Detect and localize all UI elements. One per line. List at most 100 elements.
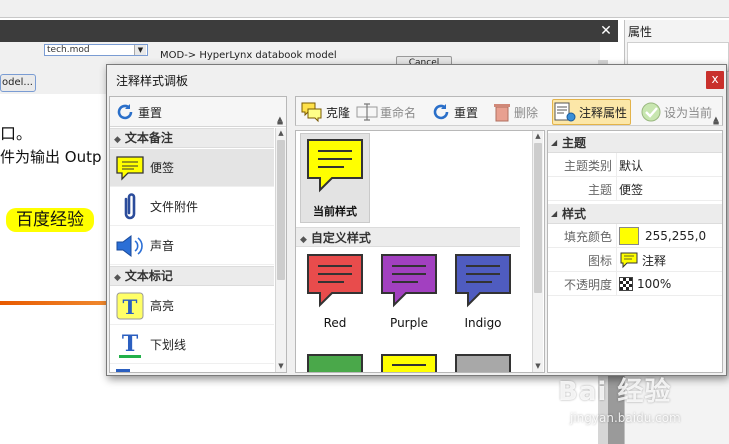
annotation-style-palette-dialog: 注释样式调板 x 重置 ▲ ▬ ◆ 文本备注 便签 文件附件 声音 ◆ 文本标记 T … (106, 64, 727, 376)
style-tile-purple[interactable]: Purple (374, 249, 444, 339)
clone-label: 克隆 (326, 105, 351, 120)
prop-value-text: 便签 (619, 182, 644, 197)
section-subject[interactable]: ◢ 主题 (548, 133, 722, 153)
prop-row-opacity[interactable]: 不透明度 100% (548, 272, 722, 296)
list-item-underline[interactable]: T 下划线 (110, 326, 274, 364)
prop-row-subject-category[interactable]: 主题类别 默认 (548, 153, 722, 177)
speech-bubble-gray-icon[interactable] (450, 349, 516, 372)
speech-bubble-red-icon (307, 254, 363, 308)
refresh-icon (117, 104, 133, 120)
prop-value-text: 注释 (642, 253, 667, 268)
list-item-label: 高亮 (150, 299, 175, 313)
model-browse-button[interactable]: odel... (0, 74, 36, 92)
model-description: MOD-> HyperLynx databook model (160, 50, 337, 61)
highlight-text-icon: T (116, 292, 144, 319)
next-item-peek (116, 369, 130, 372)
partial-style-row (300, 347, 524, 372)
opacity-checker-icon (619, 277, 633, 291)
prop-key: 图标 (587, 254, 612, 268)
toolbar-reset-button[interactable]: 重置 (430, 99, 478, 125)
current-style-tile[interactable]: 当前样式 (300, 133, 370, 223)
prop-value-text: 默认 (619, 158, 644, 173)
prop-value[interactable]: 默认 (616, 153, 722, 177)
svg-text:T: T (123, 295, 138, 319)
delete-button[interactable]: 删除 (492, 99, 538, 125)
style-tile-red[interactable]: Red (300, 249, 370, 339)
prop-value[interactable]: 255,255,0 (616, 224, 722, 248)
section-style[interactable]: ◢ 样式 (548, 204, 722, 224)
prop-value-text: 100% (637, 277, 672, 291)
combo-arrow-icon[interactable]: ▼ (134, 45, 146, 55)
prop-value[interactable]: 100% (616, 272, 722, 296)
left-toolbar: 重置 ▲ ▬ (110, 97, 286, 127)
left-reset-label: 重置 (138, 105, 163, 120)
rename-button[interactable]: 重命名 (356, 99, 416, 125)
prop-value[interactable]: 便签 (616, 177, 722, 201)
style-properties-pane: ◢ 主题 主题类别 默认 主题 便签 ◢ 样式 填充颜色 255,255,0 图标 … (547, 130, 723, 373)
clone-button[interactable]: 克隆 (300, 99, 350, 125)
fill-color-swatch[interactable] (619, 227, 639, 245)
background-close-icon[interactable]: ✕ (598, 22, 614, 40)
scroll-thumb[interactable] (534, 143, 542, 293)
scroll-up-icon[interactable]: ▲ (276, 128, 286, 138)
style-toolbar: 克隆 重命名 重置 删除 注释属性 设为当前 ▲ ▬ (295, 96, 723, 127)
trash-icon (494, 104, 510, 122)
sticky-note-icon (116, 155, 144, 181)
annotation-properties-button[interactable]: 注释属性 (552, 99, 632, 125)
list-item-label: 下划线 (150, 338, 187, 352)
list-item-sound[interactable]: 声音 (110, 227, 274, 265)
prop-row-fill-color[interactable]: 填充颜色 255,255,0 (548, 224, 722, 248)
toolbar-reset-label: 重置 (454, 105, 479, 120)
list-item-file-attachment[interactable]: 文件附件 (110, 188, 274, 226)
speech-bubble-green-icon[interactable] (302, 349, 368, 372)
svg-text:T: T (122, 331, 139, 357)
group-header-text-markup[interactable]: ◆ 文本标记 (110, 266, 274, 286)
prop-value[interactable]: 注释 (616, 248, 722, 272)
prop-key: 不透明度 (563, 278, 612, 292)
dialog-close-button[interactable]: x (706, 71, 724, 89)
list-item-label: 声音 (150, 239, 175, 253)
left-scrollbar[interactable]: ▲ ▼ (275, 128, 286, 372)
style-name: Red (323, 316, 347, 330)
set-current-button[interactable]: 设为当前 (640, 99, 712, 125)
collapse-icon[interactable]: ▲ ▬ (712, 116, 720, 127)
scroll-up-icon[interactable]: ▲ (533, 131, 543, 141)
group-title: 文本标记 (124, 269, 173, 283)
collapse-triangle-icon[interactable]: ◢ (551, 133, 557, 153)
model-combo[interactable]: tech.mod (44, 44, 148, 56)
scroll-down-icon[interactable]: ▼ (276, 361, 286, 371)
group-title: 文本备注 (124, 131, 173, 145)
prop-value-text: 255,255,0 (645, 229, 707, 243)
prop-key: 主题类别 (563, 159, 612, 173)
section-title: 样式 (562, 207, 587, 221)
style-name: Purple (390, 316, 428, 330)
background-title-area (0, 0, 729, 18)
gallery-scrollbar[interactable]: ▲ ▼ (532, 131, 543, 372)
clone-icon (301, 102, 322, 123)
delete-label: 删除 (514, 105, 539, 120)
collapse-triangle-icon[interactable]: ◢ (551, 204, 557, 224)
annotation-properties-label: 注释属性 (579, 105, 628, 120)
left-reset-button[interactable]: 重置 (114, 99, 162, 125)
set-current-label: 设为当前 (664, 105, 713, 120)
prop-row-subject[interactable]: 主题 便签 (548, 177, 722, 201)
highlighted-text: 百度经验 (6, 208, 94, 232)
speaker-icon (116, 234, 143, 257)
prop-key: 填充颜色 (563, 230, 612, 244)
custom-styles-header[interactable]: ◆ 自定义样式 (296, 227, 520, 247)
prop-row-icon[interactable]: 图标 注释 (548, 248, 722, 272)
collapse-icon[interactable]: ▲ ▬ (276, 116, 284, 127)
group-header-text-notes[interactable]: ◆ 文本备注 (110, 128, 274, 148)
style-tile-indigo[interactable]: Indigo (448, 249, 518, 339)
speech-bubble-purple-icon (381, 254, 437, 308)
list-item-highlight[interactable]: T 高亮 (110, 287, 274, 325)
speech-bubble-yellow-icon[interactable] (376, 349, 442, 372)
speech-bubble-indigo-icon (455, 254, 511, 308)
list-item-label: 文件附件 (150, 200, 199, 214)
list-item-sticky-note[interactable]: 便签 (110, 149, 274, 187)
section-title: 主题 (562, 136, 587, 150)
prop-key: 主题 (587, 183, 612, 197)
diamond-icon: ◆ (300, 235, 307, 245)
watermark: Bai 经验 jingyan.baidu.com (540, 365, 720, 440)
scroll-thumb[interactable] (277, 140, 285, 280)
